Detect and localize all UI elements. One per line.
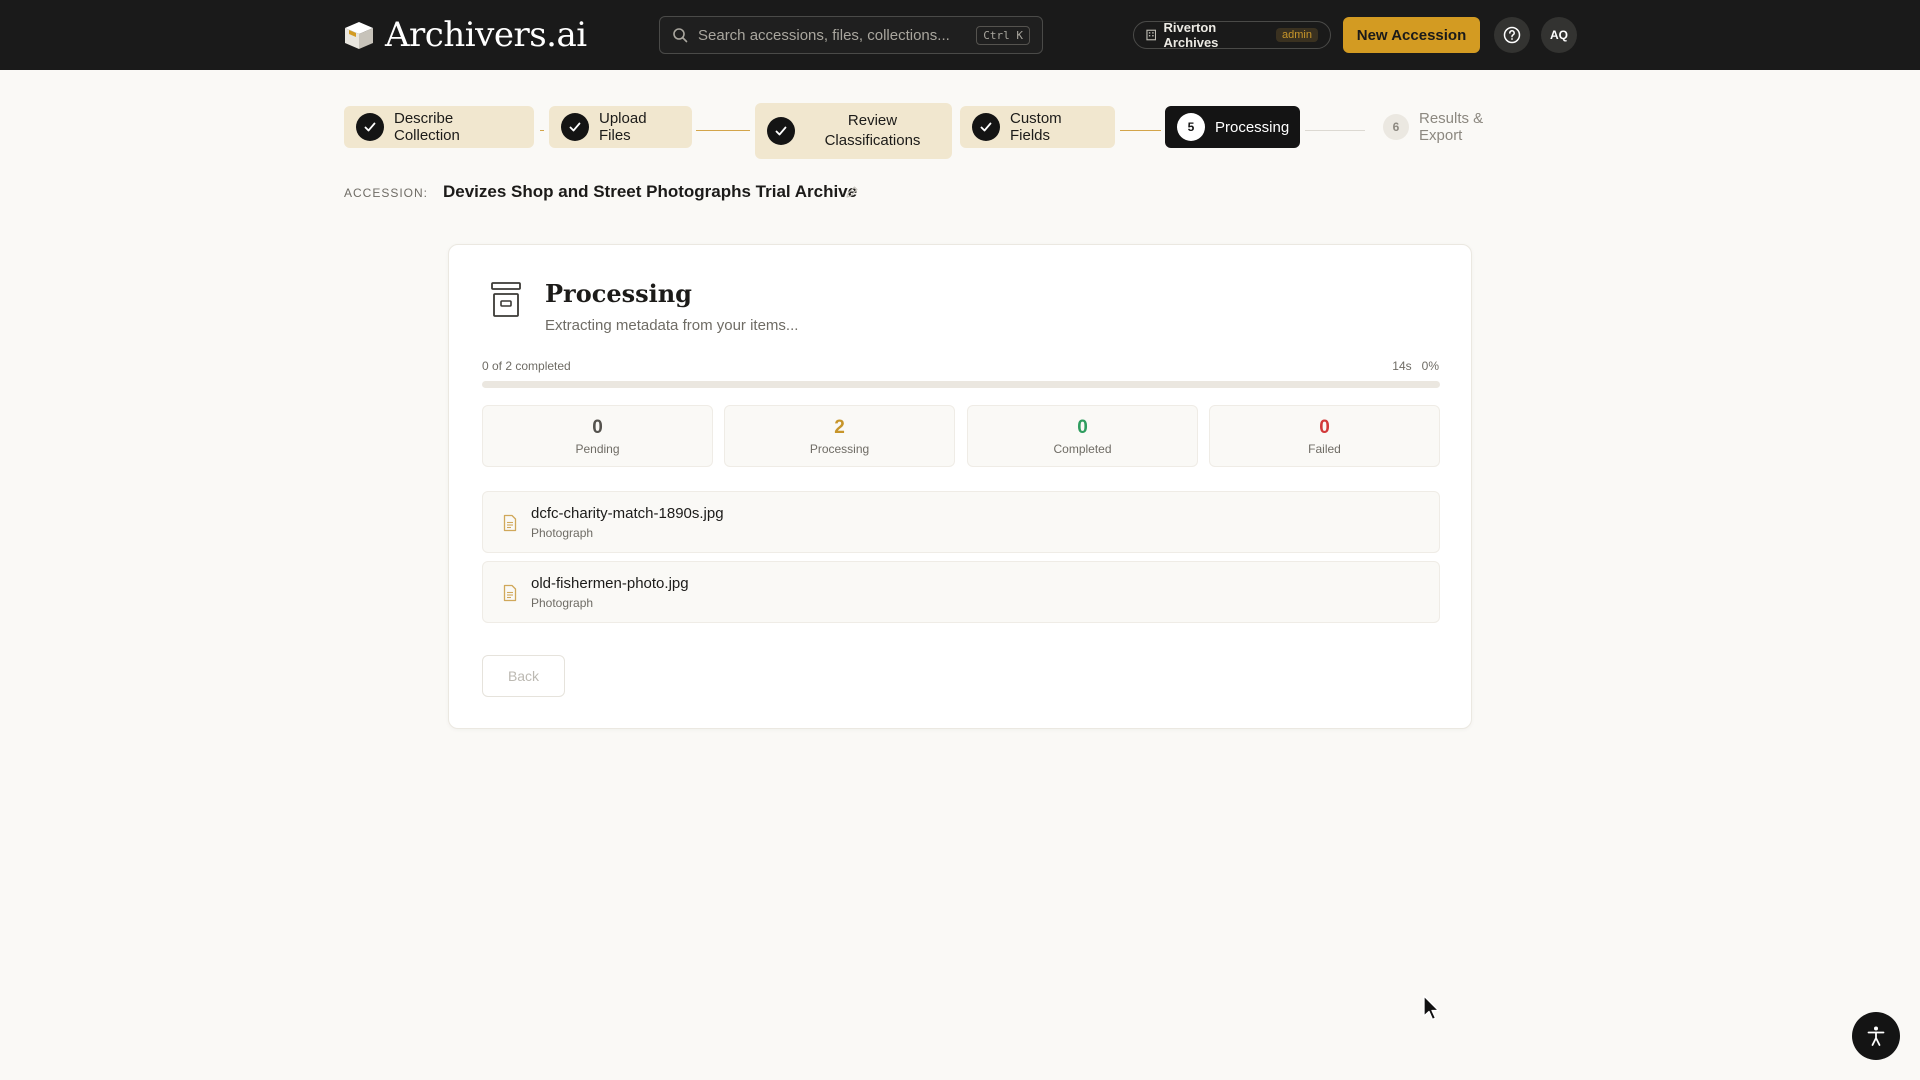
stat-label: Pending	[575, 442, 620, 456]
file-type: Photograph	[531, 526, 594, 540]
step-number: 6	[1383, 114, 1409, 140]
stat-processing: 2 Processing	[724, 405, 955, 467]
stat-value: 0	[1319, 417, 1330, 438]
accession-label: ACCESSION:	[344, 186, 429, 200]
org-switcher[interactable]: Riverton Archives admin	[1133, 20, 1331, 50]
accession-title: Devizes Shop and Street Photographs Tria…	[443, 182, 858, 201]
elapsed-time: 14s	[1392, 359, 1412, 373]
step-processing[interactable]: 5 Processing	[1165, 106, 1300, 148]
accessibility-button[interactable]	[1852, 1012, 1900, 1060]
search-input[interactable]	[698, 26, 977, 44]
stat-value: 0	[592, 417, 603, 438]
progress-percent: 0%	[1421, 359, 1439, 373]
help-button[interactable]	[1494, 17, 1530, 53]
step-connector	[696, 130, 750, 131]
step-label: Processing	[1215, 118, 1290, 136]
user-avatar[interactable]: AQ	[1541, 17, 1577, 53]
check-icon	[972, 113, 1000, 141]
check-icon	[356, 113, 384, 141]
stat-failed: 0 Failed	[1209, 405, 1440, 467]
top-bar: Archivers.ai Ctrl K Riverton Archives ad…	[0, 0, 1920, 70]
progress-meta: 14s 0%	[1392, 359, 1439, 373]
progress-bar	[482, 381, 1440, 388]
step-label: Results & Export	[1419, 110, 1484, 144]
brand-name: Archivers.ai	[385, 15, 587, 55]
document-icon	[503, 584, 517, 602]
help-icon	[1503, 26, 1521, 44]
back-button[interactable]: Back	[482, 655, 565, 697]
step-label-line2: Classifications	[824, 132, 921, 149]
step-connector	[540, 130, 544, 131]
search-icon	[673, 28, 688, 43]
step-label: Custom Fields	[1010, 110, 1062, 144]
file-name: old-fishermen-photo.jpg	[531, 575, 689, 592]
stat-pending: 0 Pending	[482, 405, 713, 467]
file-type: Photograph	[531, 596, 594, 610]
role-badge: admin	[1276, 28, 1318, 42]
step-label: Describe Collection	[394, 110, 460, 144]
check-icon	[561, 113, 589, 141]
file-row: dcfc-charity-match-1890s.jpg Photograph	[482, 491, 1440, 553]
brand-logo[interactable]: Archivers.ai	[343, 14, 587, 56]
step-label: Upload Files	[599, 110, 647, 144]
step-connector	[1120, 130, 1161, 131]
stat-label: Processing	[809, 442, 870, 456]
step-label: Review Classifications	[805, 111, 940, 151]
mouse-cursor-icon	[1423, 995, 1440, 1021]
stat-label: Failed	[1308, 442, 1341, 456]
file-name: dcfc-charity-match-1890s.jpg	[531, 505, 724, 522]
step-describe-collection[interactable]: Describe Collection	[344, 106, 534, 148]
processing-title: Processing	[545, 279, 692, 308]
new-accession-button[interactable]: New Accession	[1343, 17, 1480, 53]
accessibility-icon	[1867, 1026, 1885, 1046]
check-icon	[767, 117, 795, 145]
edit-pencil-icon[interactable]	[845, 185, 859, 199]
step-review-classifications[interactable]: Review Classifications	[755, 103, 952, 159]
archive-box-icon	[345, 22, 373, 49]
stat-label: Completed	[1053, 442, 1112, 456]
progress-count: 0 of 2 completed	[482, 359, 571, 373]
search-shortcut-hint: Ctrl K	[976, 25, 1030, 45]
step-label-line1: Review	[847, 112, 898, 129]
step-connector	[1305, 130, 1365, 131]
document-icon	[503, 514, 517, 532]
file-row: old-fishermen-photo.jpg Photograph	[482, 561, 1440, 623]
processing-card: Processing Extracting metadata from your…	[448, 244, 1472, 729]
stat-value: 2	[834, 417, 845, 438]
processing-subtitle: Extracting metadata from your items...	[545, 317, 799, 334]
stat-completed: 0 Completed	[967, 405, 1198, 467]
step-custom-fields[interactable]: Custom Fields	[960, 106, 1115, 148]
building-icon	[1146, 29, 1157, 41]
step-upload-files[interactable]: Upload Files	[549, 106, 692, 148]
org-name: Riverton Archives	[1163, 20, 1219, 50]
archive-box-icon	[491, 282, 521, 317]
step-number: 5	[1177, 113, 1205, 141]
stat-value: 0	[1077, 417, 1088, 438]
global-search[interactable]: Ctrl K	[659, 16, 1043, 54]
step-results-export[interactable]: 6 Results & Export	[1371, 106, 1541, 148]
